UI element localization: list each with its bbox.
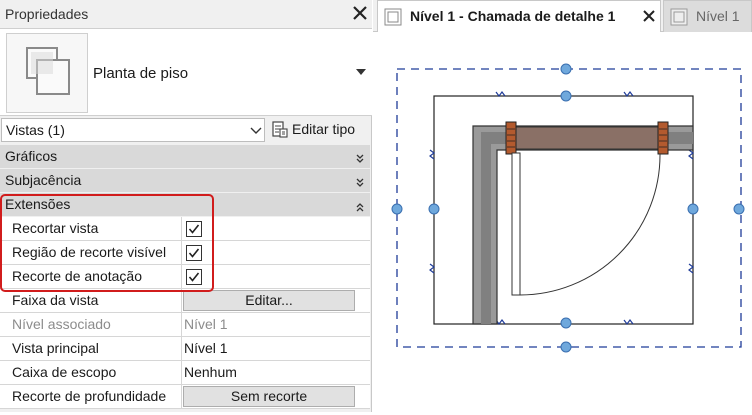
- expand-icon[interactable]: [356, 151, 364, 163]
- row-value[interactable]: Nenhum: [181, 361, 370, 385]
- expand-icon[interactable]: [356, 175, 364, 187]
- tab-level-1[interactable]: Nível 1: [663, 0, 752, 32]
- extents-highlight-box: [0, 194, 214, 292]
- crop-grips[interactable]: [391, 63, 745, 353]
- row-value[interactable]: Nível 1: [181, 337, 370, 361]
- view-instance-select[interactable]: Vistas (1): [1, 118, 265, 142]
- row-parent-view: Vista principal Nível 1: [0, 337, 370, 361]
- row-label: Nível associado: [12, 316, 111, 332]
- door-leaf: [511, 152, 521, 296]
- door-swing-arc: [519, 153, 661, 296]
- edit-type-label: Editar tipo: [292, 121, 356, 137]
- row-depth-clipping: Recorte de profundidade Sem recorte: [0, 385, 370, 409]
- door-jamb-right: [657, 121, 669, 155]
- category-underlay[interactable]: Subjacência: [0, 169, 370, 193]
- floor-plan-view-icon: [670, 8, 688, 26]
- drawing-canvas[interactable]: [373, 33, 752, 412]
- parent-view-value: Nível 1: [184, 340, 228, 356]
- row-label: Faixa da vista: [12, 292, 99, 308]
- floor-plan-view-icon: [384, 8, 402, 26]
- properties-title: Propriedades: [5, 6, 89, 22]
- door-jamb-left: [505, 121, 517, 155]
- row-value: Editar...: [181, 289, 370, 313]
- close-icon[interactable]: [641, 8, 657, 24]
- row-associated-level: Nível associado Nível 1: [0, 313, 370, 337]
- type-name: Planta de piso: [93, 65, 189, 82]
- category-label: Gráficos: [5, 148, 58, 164]
- edit-type-icon: [272, 121, 288, 138]
- view-instance-value: Vistas (1): [6, 122, 65, 138]
- row-view-range: Faixa da vista Editar...: [0, 289, 370, 313]
- dropdown-arrow-icon[interactable]: [356, 69, 366, 75]
- button-label: Editar...: [245, 292, 293, 308]
- row-label: Caixa de escopo: [12, 364, 117, 380]
- close-icon[interactable]: [351, 4, 369, 22]
- tab-detail-callout[interactable]: Nível 1 - Chamada de detalhe 1: [377, 0, 661, 32]
- floor-plan-drawing: [391, 63, 745, 353]
- scope-box-value: Nenhum: [184, 364, 237, 380]
- row-value: Sem recorte: [181, 385, 370, 409]
- button-label: Sem recorte: [230, 388, 308, 404]
- tab-label: Nível 1 - Chamada de detalhe 1: [410, 8, 616, 24]
- collapse-icon[interactable]: [356, 199, 364, 212]
- properties-header: Propriedades: [0, 0, 372, 28]
- associated-level-value: Nível 1: [184, 316, 228, 332]
- row-value: Nível 1: [181, 313, 370, 337]
- chevron-down-icon: [250, 124, 262, 136]
- edit-type-button[interactable]: Editar tipo: [270, 118, 370, 142]
- category-label: Subjacência: [5, 172, 82, 188]
- properties-panel: Propriedades Planta de piso Vistas (1) E…: [0, 0, 372, 412]
- tab-label: Nível 1: [696, 8, 740, 24]
- view-tab-bar: Nível 1 - Chamada de detalhe 1 Nível 1: [373, 0, 752, 32]
- row-label: Recorte de profundidade: [12, 388, 167, 404]
- floor-plan-icon: [6, 33, 88, 113]
- door-header: [505, 126, 667, 150]
- depth-clipping-button[interactable]: Sem recorte: [183, 386, 355, 407]
- category-graphics[interactable]: Gráficos: [0, 145, 370, 169]
- row-label: Vista principal: [12, 340, 99, 356]
- view-range-edit-button[interactable]: Editar...: [183, 290, 355, 311]
- row-scope-box: Caixa de escopo Nenhum: [0, 361, 370, 385]
- type-selector[interactable]: Planta de piso: [0, 28, 372, 116]
